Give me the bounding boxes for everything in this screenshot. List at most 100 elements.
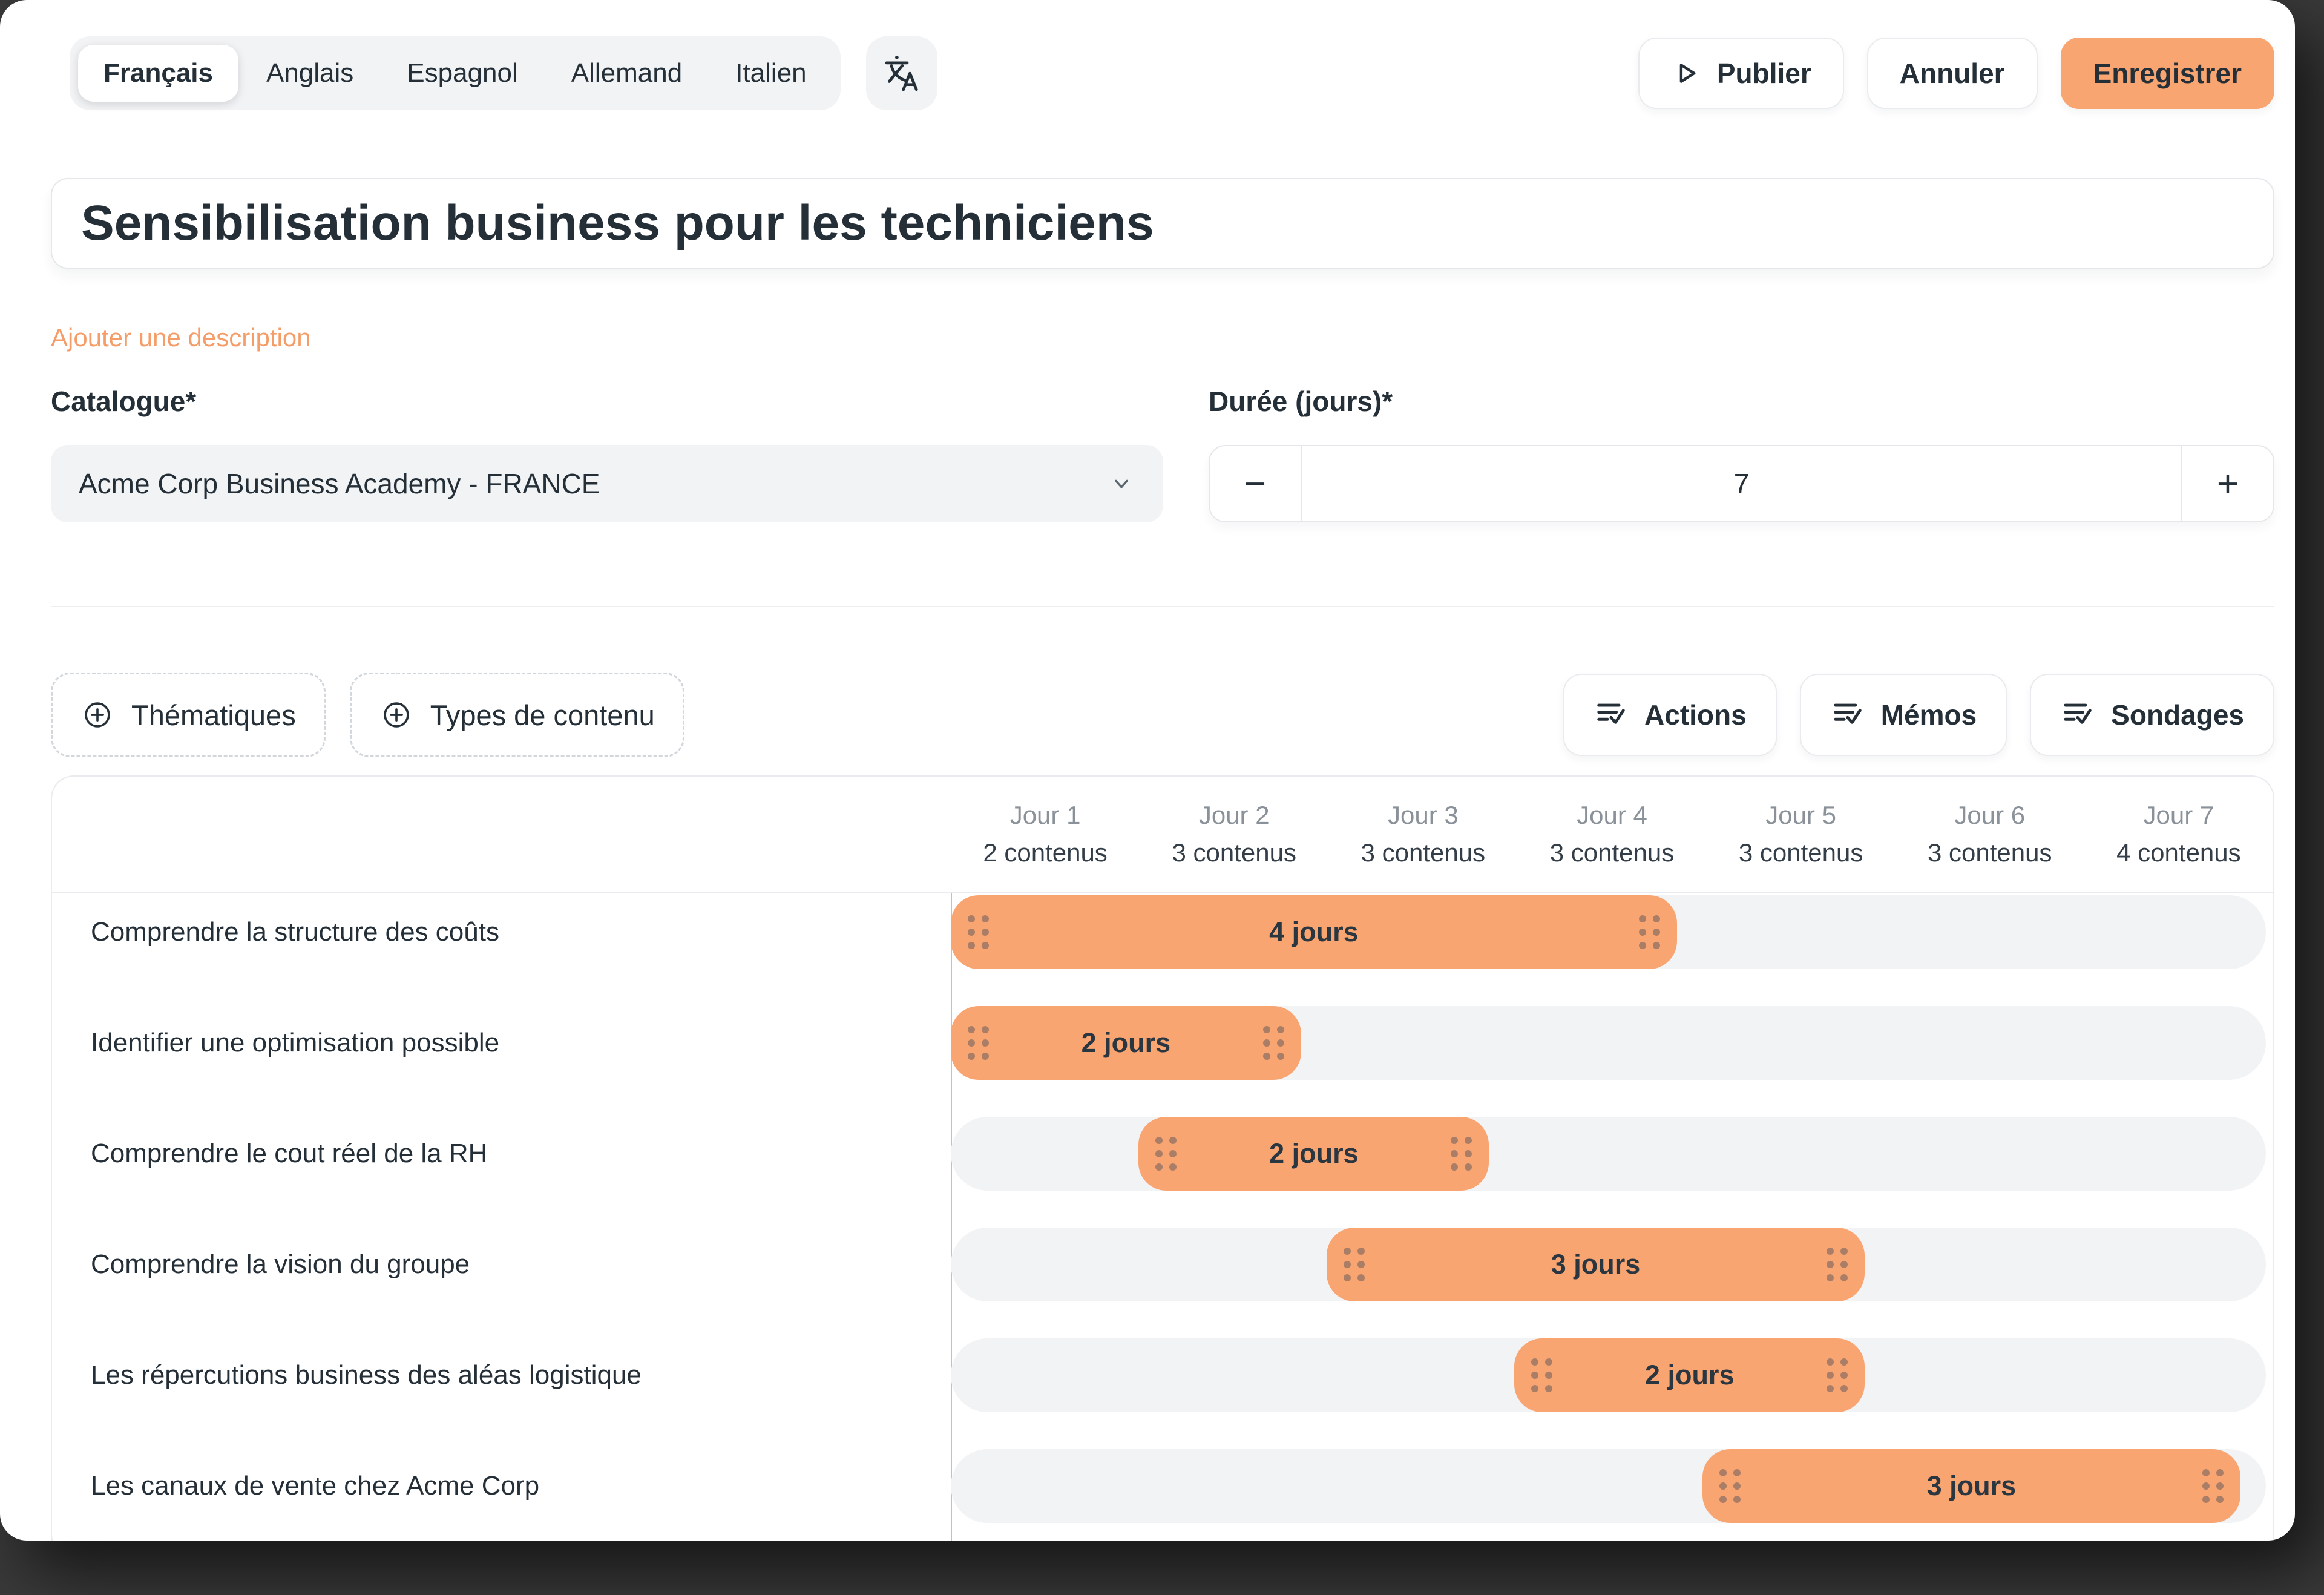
day-content-count: 3 contenus [1739,838,1863,867]
day-column-3: Jour 3 3 contenus [1328,801,1517,867]
top-bar: FrançaisAnglaisEspagnolAllemandItalien [51,36,2274,110]
gantt-bar[interactable]: 2 jours [1138,1117,1489,1191]
sondages-button[interactable]: Sondages [2030,674,2274,756]
memos-button[interactable]: Mémos [1800,674,2007,756]
gantt-row-area: 3 jours [951,1225,2266,1336]
drag-handle-right[interactable] [2202,1469,2224,1503]
drag-handle-left[interactable] [1155,1137,1177,1171]
gantt-row: Identifier une optimisation possible2 jo… [52,1004,2273,1114]
catalogue-value: Acme Corp Business Academy - FRANCE [79,467,600,500]
catalogue-field: Catalogue* Acme Corp Business Academy - … [51,385,1163,522]
day-column-2: Jour 2 3 contenus [1140,801,1328,867]
tool-button-label: Sondages [2111,699,2244,731]
decrement-button[interactable]: − [1210,446,1301,521]
gantt-rows: Comprendre la structure des coûts4 jours… [52,893,2273,1541]
plus-circle-icon [379,698,413,732]
duration-input[interactable] [1301,446,2182,521]
increment-button[interactable]: + [2182,446,2273,521]
drag-handle-left[interactable] [1344,1248,1365,1281]
theme-label: Les canaux de vente chez Acme Corp [52,1447,951,1525]
tool-button-label: Actions [1644,699,1747,731]
add-chips: Thématiques Types de contenu [51,673,684,757]
catalogue-label: Catalogue* [51,385,1163,418]
tab-language-francais[interactable]: Français [78,45,238,102]
duration-stepper: − + [1209,445,2274,522]
add-types-de-contenu-button[interactable]: Types de contenu [350,673,684,757]
chip-label: Thématiques [131,699,296,732]
toolbar-row: Thématiques Types de contenu Actions Mém… [51,673,2274,757]
section-divider [51,606,2274,607]
app-window: FrançaisAnglaisEspagnolAllemandItalien [0,0,2295,1541]
tab-language-italien[interactable]: Italien [710,45,832,102]
gantt-bar[interactable]: 3 jours [1327,1228,1865,1301]
theme-label: Comprendre la structure des coûts [52,893,951,972]
gantt-bar[interactable]: 3 jours [1702,1449,2240,1523]
gantt-header: Jour 12 contenusJour 23 contenusJour 33 … [52,777,2273,892]
drag-handle-left[interactable] [1719,1469,1741,1503]
gantt-bar[interactable]: 2 jours [1514,1338,1865,1412]
play-icon [1671,58,1702,89]
translate-button[interactable] [866,36,937,110]
gantt-row: Comprendre la vision du groupe3 jours [52,1225,2273,1336]
plus-circle-icon [80,698,114,732]
save-label: Enregistrer [2093,57,2242,90]
gantt-bar[interactable]: 4 jours [951,895,1677,969]
theme-label: Identifier une optimisation possible [52,1004,951,1082]
day-content-count: 4 contenus [2116,838,2241,867]
gantt-row: Les canaux de vente chez Acme Corp 3 jour… [52,1447,2273,1541]
day-column-6: Jour 63 contenus [1896,801,2084,867]
gantt-bar-label: 2 jours [1138,1117,1489,1191]
list-check-icon [2060,697,2095,732]
course-title-input[interactable] [51,178,2274,269]
duration-field: Durée (jours)* − + [1209,385,2274,522]
day-label: Jour 5 [1765,801,1836,830]
language-tabs: FrançaisAnglaisEspagnolAllemandItalien [70,36,841,110]
publish-label: Publier [1717,57,1811,90]
theme-label: Les répercutions business des aléas logi… [52,1336,951,1415]
gantt-row-area: 2 jours [951,1336,2266,1447]
gantt-row-area: 2 jours [951,1114,2266,1225]
add-description-link[interactable]: Ajouter une description [51,323,311,352]
add-thematiques-button[interactable]: Thématiques [51,673,326,757]
translate-icon [880,51,924,95]
tab-language-anglais[interactable]: Anglais [241,45,379,102]
gantt-row: Comprendre la structure des coûts4 jours [52,893,2273,1004]
tool-button-label: Mémos [1881,699,1977,731]
tool-buttons: Actions Mémos Sondages [1563,674,2274,756]
drag-handle-right[interactable] [1639,915,1660,949]
day-label: Jour 2 [1199,801,1270,830]
actions-button[interactable]: Actions [1563,674,1777,756]
drag-handle-left[interactable] [968,915,989,949]
day-label: Jour 1 [1010,801,1081,830]
gantt-row: Comprendre le cout réel de la RH 2 jours [52,1114,2273,1225]
day-label: Jour 4 [1577,801,1647,830]
list-check-icon [1594,697,1629,732]
cancel-button[interactable]: Annuler [1867,38,2038,109]
gantt-bar-label: 3 jours [1702,1449,2240,1523]
drag-handle-right[interactable] [1827,1248,1848,1281]
cancel-label: Annuler [1900,57,2005,90]
day-content-count: 3 contenus [1550,838,1675,867]
catalogue-select[interactable]: Acme Corp Business Academy - FRANCE [51,445,1163,522]
gantt-bar[interactable]: 2 jours [951,1006,1301,1080]
page-content: FrançaisAnglaisEspagnolAllemandItalien [0,36,2295,1541]
publish-button[interactable]: Publier [1638,38,1844,109]
drag-handle-right[interactable] [1263,1026,1284,1060]
drag-handle-left[interactable] [1531,1358,1552,1392]
gantt-bar-label: 2 jours [1514,1338,1865,1412]
day-content-count: 3 contenus [1361,838,1486,867]
gantt-row-area: 4 jours [951,893,2266,1004]
theme-label: Comprendre le cout réel de la RH [52,1114,951,1193]
duration-label: Durée (jours)* [1209,385,2274,418]
drag-handle-right[interactable] [1827,1358,1848,1392]
save-button[interactable]: Enregistrer [2061,38,2274,109]
day-label: Jour 6 [1954,801,2025,830]
day-label: Jour 3 [1388,801,1459,830]
tab-language-allemand[interactable]: Allemand [546,45,707,102]
day-content-count: 3 contenus [1172,838,1296,867]
gantt-bar-label: 4 jours [951,895,1677,969]
tab-language-espagnol[interactable]: Espagnol [381,45,543,102]
drag-handle-right[interactable] [1451,1137,1472,1171]
drag-handle-left[interactable] [968,1026,989,1060]
gantt-bar-label: 3 jours [1327,1228,1865,1301]
